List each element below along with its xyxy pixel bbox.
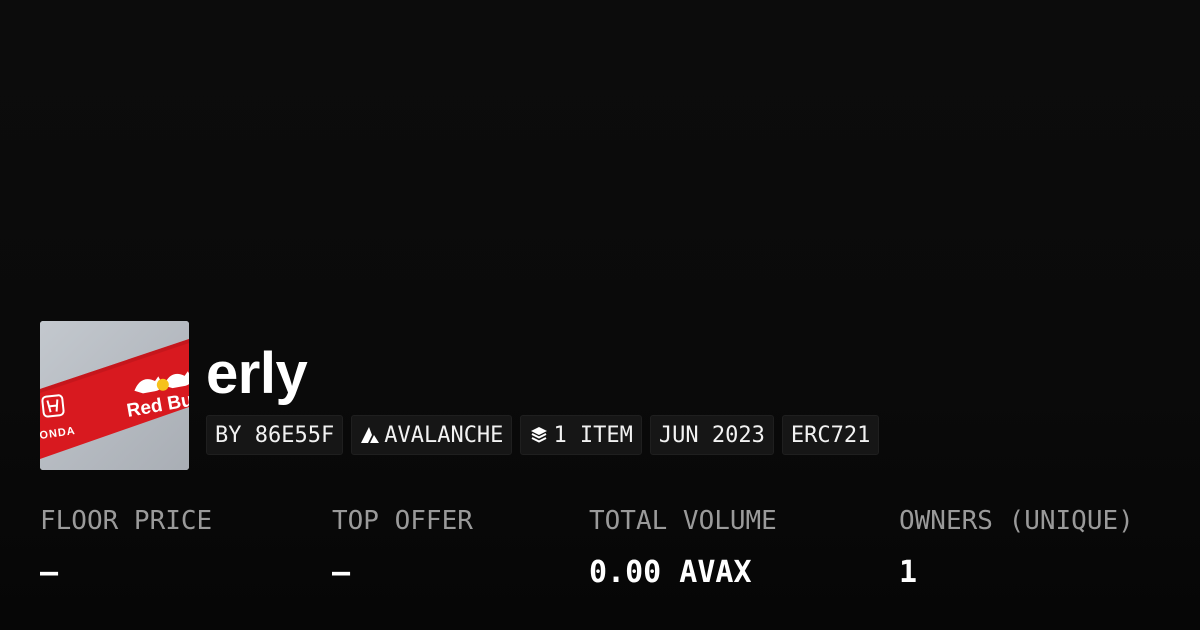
thumbnail-image: ONDA Red Bu (40, 321, 189, 470)
stat-owners-label: OWNERS (UNIQUE) (899, 506, 1134, 536)
date-tag-label: JUN 2023 (658, 422, 765, 448)
collection-card: ONDA Red Bu erly BY 86E55F AVALANCHE 1 I… (0, 0, 1200, 630)
chain-tag[interactable]: AVALANCHE (351, 415, 513, 455)
stat-floor-price-value: – (40, 555, 59, 590)
standard-tag-label: ERC721 (790, 422, 871, 448)
stat-top-offer-label: TOP OFFER (332, 506, 473, 536)
stat-total-volume-value: 0.00 AVAX (589, 555, 752, 590)
standard-tag: ERC721 (781, 415, 880, 455)
collection-title: erly (206, 341, 308, 406)
stat-total-volume-label: TOTAL VOLUME (589, 506, 777, 536)
date-tag: JUN 2023 (649, 415, 774, 455)
items-tag-label: 1 ITEM (553, 422, 633, 448)
collection-stats: FLOOR PRICE – TOP OFFER – TOTAL VOLUME 0… (0, 503, 1200, 603)
stat-top-offer: TOP OFFER – (332, 503, 473, 593)
creator-tag[interactable]: BY 86E55F (206, 415, 344, 455)
collection-thumbnail: ONDA Red Bu (40, 321, 189, 470)
stat-total-volume: TOTAL VOLUME 0.00 AVAX (589, 503, 777, 593)
collection-tags: BY 86E55F AVALANCHE 1 ITEM JUN 2023 ERC7… (206, 415, 880, 455)
items-tag[interactable]: 1 ITEM (520, 415, 642, 455)
creator-tag-label: BY 86E55F (215, 422, 335, 448)
avalanche-icon (360, 425, 380, 445)
stat-floor-price-label: FLOOR PRICE (40, 506, 213, 536)
layers-icon (529, 425, 549, 445)
chain-tag-label: AVALANCHE (384, 422, 504, 448)
stat-top-offer-value: – (332, 555, 351, 590)
stat-owners-value: 1 (899, 555, 918, 590)
stat-floor-price: FLOOR PRICE – (40, 503, 212, 593)
stat-owners: OWNERS (UNIQUE) 1 (899, 503, 1134, 593)
